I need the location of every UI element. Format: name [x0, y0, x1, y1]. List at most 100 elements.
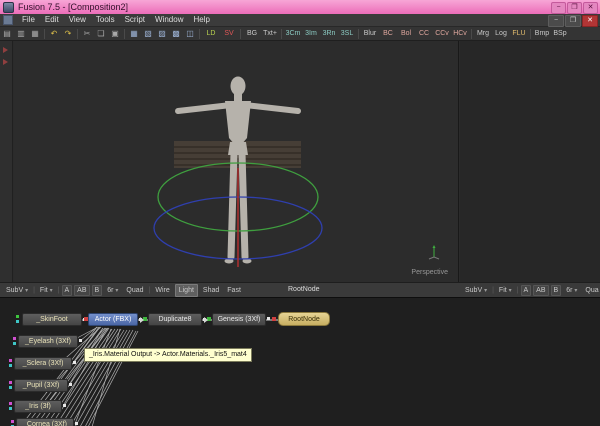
menu-window[interactable]: Window [150, 14, 188, 26]
layout-5-icon[interactable]: ◫ [183, 27, 197, 40]
buffer-a-button-right[interactable]: A [521, 285, 532, 296]
node-genesis[interactable]: Genesis (3Xf) [212, 313, 266, 326]
open-comp-icon[interactable]: ▥ [14, 27, 28, 40]
node-pupil[interactable]: _Pupil (3Xf) [14, 379, 68, 392]
tool-huecurves-button[interactable]: HCv [451, 27, 469, 40]
node-connector-dot[interactable] [13, 337, 16, 340]
quad-button[interactable]: Quad [123, 285, 146, 296]
node-duplicate8[interactable]: Duplicate8 [148, 313, 202, 326]
tool-renderer3d-button[interactable]: 3Rn [320, 27, 338, 40]
menu-script[interactable]: Script [120, 14, 150, 26]
tool-text-button[interactable]: Txt+ [261, 27, 279, 40]
node-connector-dot[interactable] [272, 317, 276, 321]
buffer-b-button-right[interactable]: B [551, 285, 562, 296]
tool-log-button[interactable]: Log [492, 27, 510, 40]
viewport-perspective-label[interactable]: Perspective [411, 269, 448, 276]
menu-help[interactable]: Help [188, 14, 214, 26]
buffer-ab-button-right[interactable]: AB [533, 285, 548, 296]
viewport-right[interactable] [460, 41, 600, 282]
node-connector-dot[interactable] [16, 320, 19, 323]
window-minimize-button[interactable]: − [551, 2, 566, 14]
node-connector-dot[interactable] [63, 404, 66, 407]
tool-loader-button[interactable]: LD [202, 27, 220, 40]
tool-imageplane3d-button[interactable]: 3Im [302, 27, 320, 40]
menu-view[interactable]: View [64, 14, 91, 26]
paste-icon[interactable]: ▣ [108, 27, 122, 40]
tool-colorcorrector-button[interactable]: CC [415, 27, 433, 40]
node-connector-dot[interactable] [9, 381, 12, 384]
viewport-3d[interactable]: Perspective [14, 41, 459, 282]
node-actor[interactable]: Actor (FBX) [88, 313, 138, 326]
menu-tools[interactable]: Tools [91, 14, 120, 26]
copy-icon[interactable]: ❏ [94, 27, 108, 40]
buffer-ab-button[interactable]: AB [74, 285, 89, 296]
menu-edit[interactable]: Edit [40, 14, 64, 26]
node-connector-dot[interactable] [267, 317, 270, 320]
menu-file[interactable]: File [17, 14, 40, 26]
node-connector-dot[interactable] [75, 422, 78, 425]
node-connector-dot[interactable] [16, 315, 19, 318]
tool-brightcontrast-button[interactable]: BC [379, 27, 397, 40]
rail-arrow-icon[interactable] [3, 59, 8, 65]
flow-tooltip: _Iris.Material Output -> Actor.Materials… [84, 348, 252, 362]
node-connector-dot[interactable] [9, 407, 12, 410]
layout-2-icon[interactable]: ▧ [141, 27, 155, 40]
node-connector-dot[interactable] [9, 386, 12, 389]
view-node-label: RootNode [288, 286, 320, 293]
window-restore-button[interactable]: ❐ [567, 2, 582, 14]
undo-icon[interactable]: ↶ [47, 27, 61, 40]
subv-dropdown-right[interactable]: SubV ▾ [462, 285, 490, 297]
window-close-button[interactable]: ✕ [583, 2, 598, 14]
light-button[interactable]: Light [175, 284, 198, 297]
node-connector-dot[interactable] [69, 383, 72, 386]
fit-dropdown[interactable]: Fit ▾ [37, 285, 56, 297]
layout-1-icon[interactable]: ▦ [127, 27, 141, 40]
subv-dropdown[interactable]: SubV ▾ [3, 285, 31, 297]
tool-blur-button[interactable]: Blur [361, 27, 379, 40]
node-connector-dot[interactable] [9, 359, 12, 362]
node-connector-dot[interactable] [11, 420, 14, 423]
layout-3-icon[interactable]: ▨ [155, 27, 169, 40]
buffer-b-button[interactable]: B [92, 285, 103, 296]
node-skinfoot[interactable]: _SkinFoot [22, 313, 82, 326]
rail-arrow-icon[interactable] [3, 47, 8, 53]
node-connector-dot[interactable] [73, 361, 76, 364]
save-comp-icon[interactable]: ▦ [28, 27, 42, 40]
scale-dropdown-right[interactable]: 6r ▾ [563, 285, 580, 297]
node-cornea[interactable]: _Cornea (3Xf) [16, 418, 74, 426]
quad-button-right[interactable]: Quad [582, 285, 599, 296]
layout-4-icon[interactable]: ▩ [169, 27, 183, 40]
tool-bspline-button[interactable]: BSp [551, 27, 569, 40]
node-connector-dot[interactable] [13, 342, 16, 345]
composition-restore-button[interactable]: ❐ [565, 15, 581, 27]
node-connector-dot[interactable] [9, 402, 12, 405]
fast-button[interactable]: Fast [224, 285, 244, 296]
wire-button[interactable]: Wire [152, 285, 172, 296]
redo-icon[interactable]: ↷ [61, 27, 75, 40]
node-connector-dot[interactable] [84, 317, 88, 321]
node-connector-dot[interactable] [9, 364, 12, 367]
composition-minimize-button[interactable]: − [548, 15, 564, 27]
tool-bol-button[interactable]: Bol [397, 27, 415, 40]
node-sclera[interactable]: _Sclera (3Xf) [14, 357, 72, 370]
tool-saver-button[interactable]: SV [220, 27, 238, 40]
composition-close-button[interactable]: ✕ [582, 15, 598, 27]
node-rootnode[interactable]: RootNode [278, 312, 330, 326]
node-eyelash[interactable]: _Eyelash (3Xf) [18, 335, 78, 348]
tool-flu-button[interactable]: FLU [510, 27, 528, 40]
new-comp-icon[interactable]: ▤ [0, 27, 14, 40]
shad-button[interactable]: Shad [200, 285, 222, 296]
flow-area[interactable]: _SkinFoot Actor (FBX) Duplicate8 Genesis… [0, 297, 600, 426]
tool-colorcurves-button[interactable]: CCv [433, 27, 451, 40]
tool-spotlight3d-button[interactable]: 3SL [338, 27, 356, 40]
tool-merge-button[interactable]: Mrg [474, 27, 492, 40]
node-connector-dot[interactable] [79, 339, 82, 342]
fit-dropdown-right[interactable]: Fit ▾ [496, 285, 515, 297]
tool-bumpmap-button[interactable]: Bmp [533, 27, 551, 40]
cut-icon[interactable]: ✂ [80, 27, 94, 40]
scale-dropdown[interactable]: 6r ▾ [104, 285, 121, 297]
tool-background-button[interactable]: BG [243, 27, 261, 40]
buffer-a-button[interactable]: A [62, 285, 73, 296]
node-iris[interactable]: _Iris (3f) [14, 400, 62, 413]
tool-camera3d-button[interactable]: 3Cm [284, 27, 302, 40]
